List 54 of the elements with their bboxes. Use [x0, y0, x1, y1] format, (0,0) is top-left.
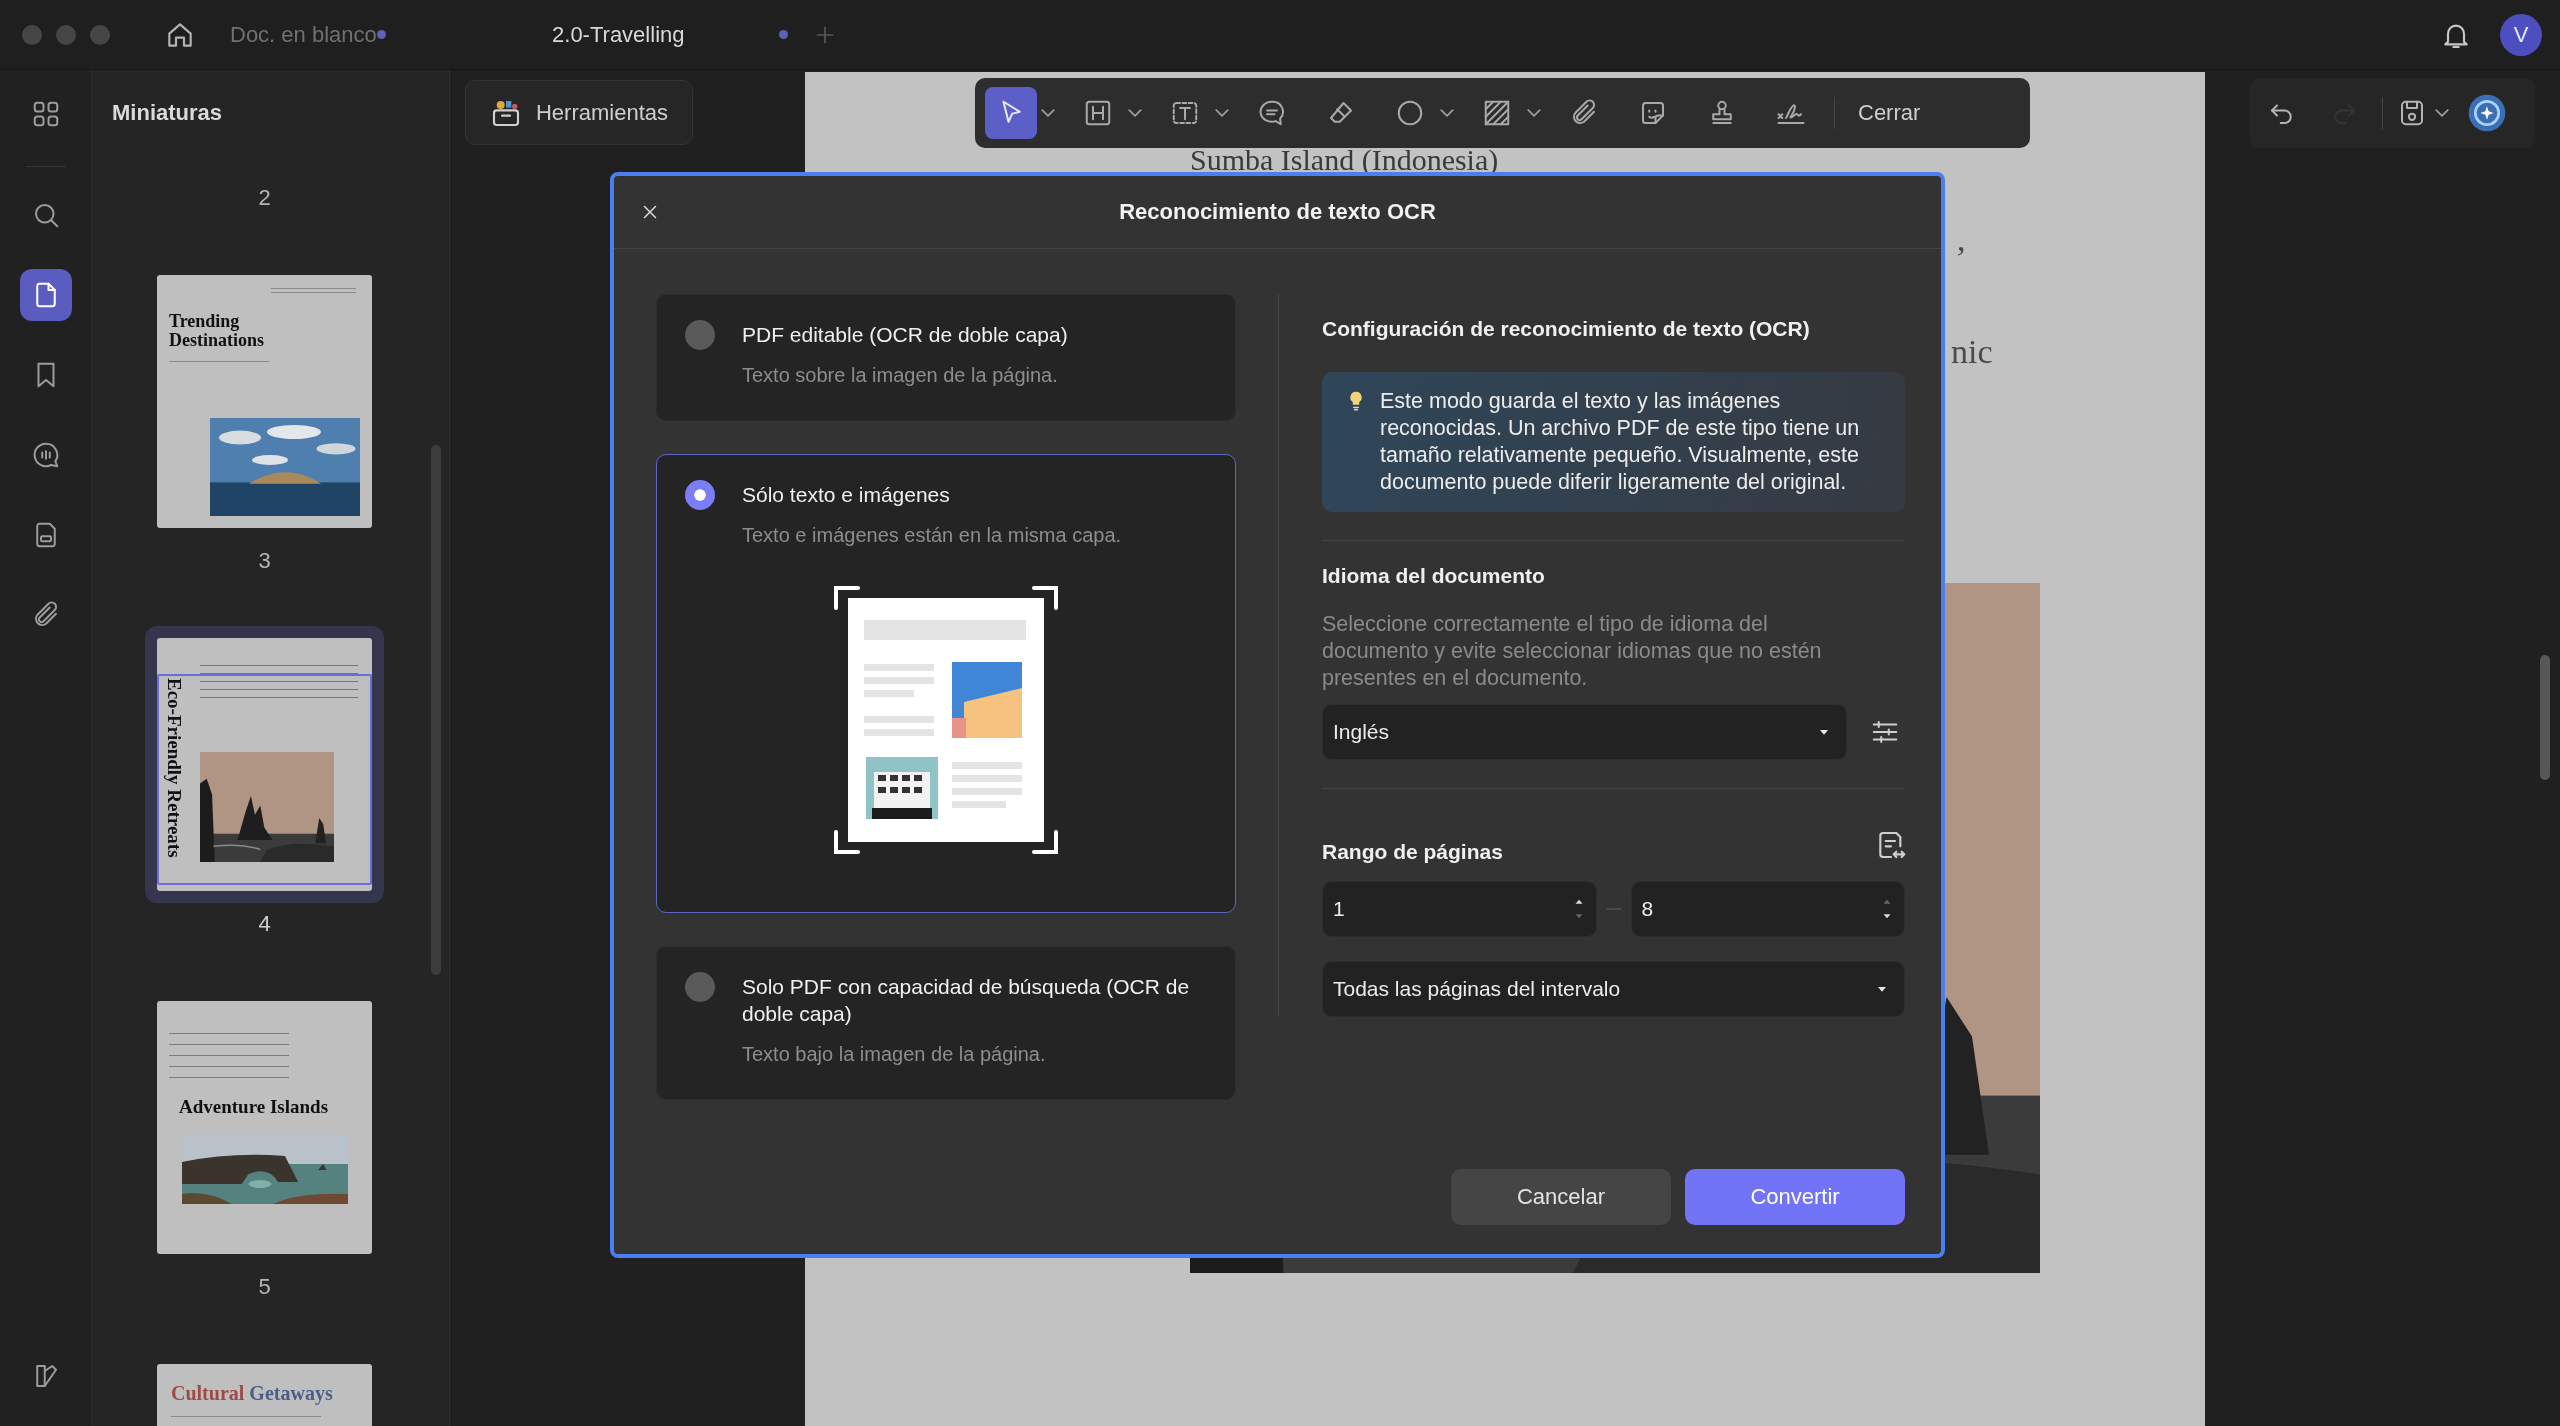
tip-text: Este modo guarda el texto y las imágenes reconocidas. Un archivo PDF de este tipo tiene un tamaño relativamente pequeño. Visualmente, este documento puede diferir ligeramente del original.	[1380, 388, 1861, 496]
option-card[interactable]: PDF editable (OCR de doble capa) Texto sobre la imagen de la página.	[656, 294, 1236, 421]
page-icon[interactable]	[19, 269, 72, 321]
section-heading: Rango de páginas	[1322, 839, 1503, 865]
cancel-button[interactable]: Cancelar	[1451, 1169, 1671, 1225]
chevron-down-icon	[1440, 109, 1454, 117]
tab[interactable]: 2.0-Travelling	[427, 12, 808, 57]
option-description: Texto bajo la imagen de la página.	[742, 1042, 1047, 1067]
scrollbar[interactable]	[431, 445, 441, 975]
radio-button[interactable]	[685, 320, 715, 350]
page-thumbnail[interactable]: Eco-Friendly Retreats	[145, 626, 384, 903]
radio-button[interactable]	[685, 972, 715, 1002]
document-text: ,	[1957, 222, 1966, 258]
option-title: Sólo texto e imágenes	[742, 482, 951, 508]
thumbnail-title: Eco-Friendly Retreats	[164, 678, 185, 858]
page-number-field[interactable]: 8	[1630, 881, 1905, 937]
section-heading: Idioma del documento	[1322, 563, 1546, 589]
page-number-field[interactable]: 1	[1322, 881, 1597, 937]
option-title: Solo PDF con capacidad de búsqueda (OCR de doble capa)	[742, 974, 1191, 1027]
option-description: Texto sobre la imagen de la página.	[742, 363, 1059, 388]
thumbnail-title: Cultural	[171, 1382, 245, 1404]
assistant-icon	[2467, 93, 2507, 133]
chevron-down-icon	[1041, 109, 1055, 117]
thumbnail-title: Trending Destinations	[169, 311, 264, 350]
tools-button[interactable]: Herramientas	[465, 80, 693, 145]
scrollbar[interactable]	[2540, 655, 2550, 780]
language-dropdown[interactable]: Inglés	[1322, 704, 1847, 760]
document-text: nic	[1951, 334, 1993, 370]
avatar[interactable]: V	[2500, 13, 2542, 56]
chevron-down-icon	[2435, 109, 2449, 117]
option-description: Texto e imágenes están en la misma capa.	[742, 523, 1123, 548]
tool-button[interactable]	[985, 87, 1055, 139]
section-heading: Configuración de reconocimiento de texto (OCR)	[1322, 316, 1811, 342]
thumbnail-title: Getaways	[249, 1382, 333, 1404]
option-card[interactable]: Solo PDF con capacidad de búsqueda (OCR de doble capa) Texto bajo la imagen de la página.	[656, 946, 1236, 1100]
page-number: 4	[258, 911, 271, 937]
dialog-title: Reconocimiento de texto OCR	[1118, 199, 1437, 225]
document-heading: Sumba Island (Indonesia)	[1190, 148, 1499, 172]
chevron-down-icon	[1215, 109, 1229, 117]
cursor-icon	[985, 87, 1037, 139]
page-number: 3	[258, 548, 271, 574]
close-button[interactable]: Cerrar	[1852, 100, 1927, 126]
thumbnail-title: Adventure Islands	[179, 1096, 329, 1117]
chevron-down-icon	[1527, 109, 1541, 117]
page-number: 2	[258, 185, 271, 211]
page-number: 5	[258, 1274, 271, 1300]
option-title: PDF editable (OCR de doble capa)	[742, 322, 1069, 348]
panel-title: Miniaturas	[112, 99, 223, 126]
option-card[interactable]: Sólo texto e imágenes Texto e imágenes están en la misma capa.	[656, 454, 1236, 913]
hint-text: Seleccione correctamente el tipo de idioma del documento y evite seleccionar idiomas que no estén presentes en el documento.	[1322, 611, 1823, 692]
radio-button[interactable]	[685, 480, 715, 510]
convert-button[interactable]: Convertir	[1685, 1169, 1905, 1225]
chevron-down-icon	[1128, 109, 1142, 117]
page-filter-dropdown[interactable]: Todas las páginas del intervalo	[1322, 961, 1905, 1017]
